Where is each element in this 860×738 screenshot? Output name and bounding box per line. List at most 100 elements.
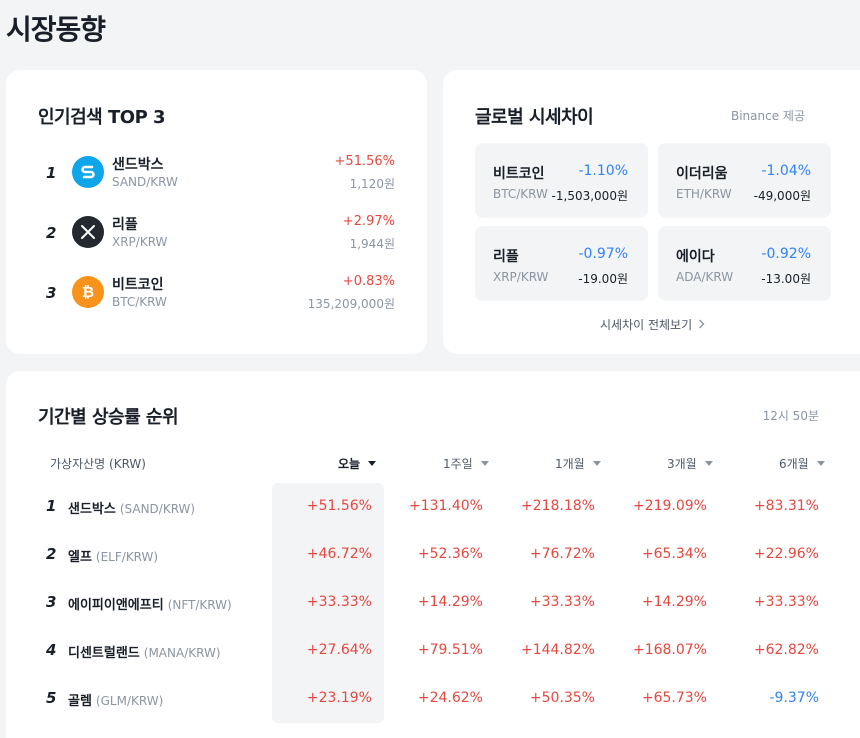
gap-rate: -0.97%	[578, 246, 628, 262]
rate-1week: +24.62%	[417, 690, 483, 706]
rate-today: +23.19%	[306, 690, 372, 706]
svg-text:₿: ₿	[82, 283, 94, 301]
rate-6month: +62.82%	[753, 642, 819, 658]
popular-item[interactable]: 2 리플 XRP/KRW +2.97% 1,944원	[38, 212, 403, 256]
row-rank: 4	[46, 641, 57, 659]
popular-search-title: 인기검색 TOP 3	[38, 107, 166, 128]
coin-name: 샌드박스	[112, 157, 164, 173]
coin-name: 이더리움	[676, 166, 728, 182]
sort-1week-button[interactable]: 1주일	[443, 455, 489, 472]
popular-search-card: 인기검색 TOP 3 1 샌드박스 SAND/KRW +51.56% 1,120…	[6, 70, 427, 354]
rate-1month: +50.35%	[529, 690, 595, 706]
rate-6month: +22.96%	[753, 546, 819, 562]
rate-today: +33.33%	[306, 594, 372, 610]
coin-pair: BTC/KRW	[493, 187, 548, 201]
rate-6month: +33.33%	[753, 594, 819, 610]
asset-pair: (MANA/KRW)	[143, 646, 221, 660]
bitcoin-logo-icon: ₿	[72, 276, 104, 308]
coin-name: 리플	[493, 249, 519, 265]
table-row[interactable]: 4 디센트럴랜드 (MANA/KRW) +27.64% +79.51% +144.…	[6, 627, 836, 675]
coin-name: 비트코인	[493, 166, 545, 182]
rate-1month: +76.72%	[529, 546, 595, 562]
rate-3month: +219.09%	[632, 498, 707, 514]
caret-down-icon	[816, 461, 825, 466]
sort-3month-button[interactable]: 3개월	[667, 455, 713, 472]
period-ranking-card: 기간별 상승률 순위 12시 50분 가상자산명 (KRW) 오늘 1주일 1개…	[6, 371, 860, 738]
ripple-logo-icon	[72, 216, 104, 248]
change-rate: +51.56%	[334, 154, 395, 169]
asset-name: 엘프 (ELF/KRW)	[68, 546, 158, 565]
rate-3month: +65.73%	[641, 690, 707, 706]
gap-rate: -1.10%	[578, 163, 628, 179]
rate-3month: +65.34%	[641, 546, 707, 562]
coin-pair: ETH/KRW	[676, 187, 732, 201]
asset-name: 디센트럴랜드 (MANA/KRW)	[68, 642, 221, 661]
rate-6month: +83.31%	[753, 498, 819, 514]
change-rate: +0.83%	[342, 274, 395, 289]
popular-item[interactable]: 1 샌드박스 SAND/KRW +51.56% 1,120원	[38, 152, 403, 196]
asset-name: 샌드박스 (SAND/KRW)	[68, 498, 195, 517]
rate-1week: +52.36%	[417, 546, 483, 562]
rate-today: +46.72%	[306, 546, 372, 562]
rate-1week: +14.29%	[417, 594, 483, 610]
global-price-gap-card: 글로벌 시세차이 Binance 제공 비트코인 -1.10% BTC/KRW …	[443, 70, 860, 354]
rate-1month: +33.33%	[529, 594, 595, 610]
sort-today-button[interactable]: 오늘	[338, 455, 377, 472]
price-gap-box[interactable]: 리플 -0.97% XRP/KRW -19.00원	[475, 226, 648, 301]
rate-6month: -9.37%	[769, 690, 819, 706]
page-title: 시장동향	[6, 13, 106, 46]
gap-rate: -0.92%	[761, 246, 811, 262]
rate-1month: +218.18%	[520, 498, 595, 514]
price-gap-box[interactable]: 에이다 -0.92% ADA/KRW -13.00원	[658, 226, 831, 301]
period-ranking-title: 기간별 상승률 순위	[38, 407, 179, 428]
gap-amount: -1,503,000원	[551, 189, 628, 203]
sort-1month-button[interactable]: 1개월	[555, 455, 601, 472]
table-row[interactable]: 3 에이피이앤에프티 (NFT/KRW) +33.33% +14.29% +33.…	[6, 579, 836, 627]
popular-item[interactable]: 3 ₿ 비트코인 BTC/KRW +0.83% 135,209,000원	[38, 272, 403, 316]
asset-name: 골렘 (GLM/KRW)	[68, 690, 163, 709]
gap-amount: -19.00원	[578, 272, 628, 286]
gap-amount: -49,000원	[753, 189, 811, 203]
asset-name: 에이피이앤에프티 (NFT/KRW)	[68, 594, 232, 613]
price-gap-box[interactable]: 이더리움 -1.04% ETH/KRW -49,000원	[658, 143, 831, 218]
rate-1week: +79.51%	[417, 642, 483, 658]
column-header-label: 가상자산명 (KRW)	[50, 457, 146, 471]
caret-down-icon	[704, 461, 713, 466]
asset-pair: (NFT/KRW)	[167, 598, 232, 612]
sort-6month-button[interactable]: 6개월	[779, 455, 825, 472]
row-rank: 5	[46, 689, 57, 707]
coin-name: 리플	[112, 217, 138, 233]
column-header-label: 6개월	[779, 457, 809, 471]
chevron-right-icon	[698, 318, 705, 332]
coin-pair: ADA/KRW	[676, 270, 734, 284]
table-row[interactable]: 5 골렘 (GLM/KRW) +23.19% +24.62% +50.35% +6…	[6, 675, 836, 723]
caret-down-icon	[368, 461, 377, 466]
price-gap-box[interactable]: 비트코인 -1.10% BTC/KRW -1,503,000원	[475, 143, 648, 218]
column-header-label: 3개월	[667, 457, 697, 471]
coin-name: 에이다	[676, 249, 715, 265]
table-row[interactable]: 2 엘프 (ELF/KRW) +46.72% +52.36% +76.72% +6…	[6, 531, 836, 579]
caret-down-icon	[480, 461, 489, 466]
coin-price: 1,944원	[349, 237, 395, 251]
coin-pair: BTC/KRW	[112, 295, 167, 309]
table-row[interactable]: 1 샌드박스 (SAND/KRW) +51.56% +131.40% +218.1…	[6, 483, 836, 531]
view-all-price-gap-link[interactable]: 시세차이 전체보기	[600, 316, 705, 333]
rate-1month: +144.82%	[520, 642, 595, 658]
asset-name-text: 엘프	[68, 550, 92, 565]
column-header-label: 오늘	[338, 457, 361, 471]
asset-name-text: 에이피이앤에프티	[68, 598, 164, 613]
sandbox-logo-icon	[72, 156, 104, 188]
asset-name-text: 샌드박스	[68, 502, 116, 517]
change-rate: +2.97%	[342, 214, 395, 229]
coin-price: 135,209,000원	[307, 297, 395, 311]
asset-name-text: 디센트럴랜드	[68, 646, 140, 661]
column-header-label: 1개월	[555, 457, 585, 471]
asset-name-text: 골렘	[68, 694, 92, 709]
asset-pair: (ELF/KRW)	[95, 550, 159, 564]
coin-pair: XRP/KRW	[493, 270, 549, 284]
rate-3month: +14.29%	[641, 594, 707, 610]
row-rank: 2	[46, 545, 57, 563]
asset-pair: (GLM/KRW)	[95, 694, 164, 708]
row-rank: 3	[46, 593, 57, 611]
coin-name: 비트코인	[112, 277, 164, 293]
